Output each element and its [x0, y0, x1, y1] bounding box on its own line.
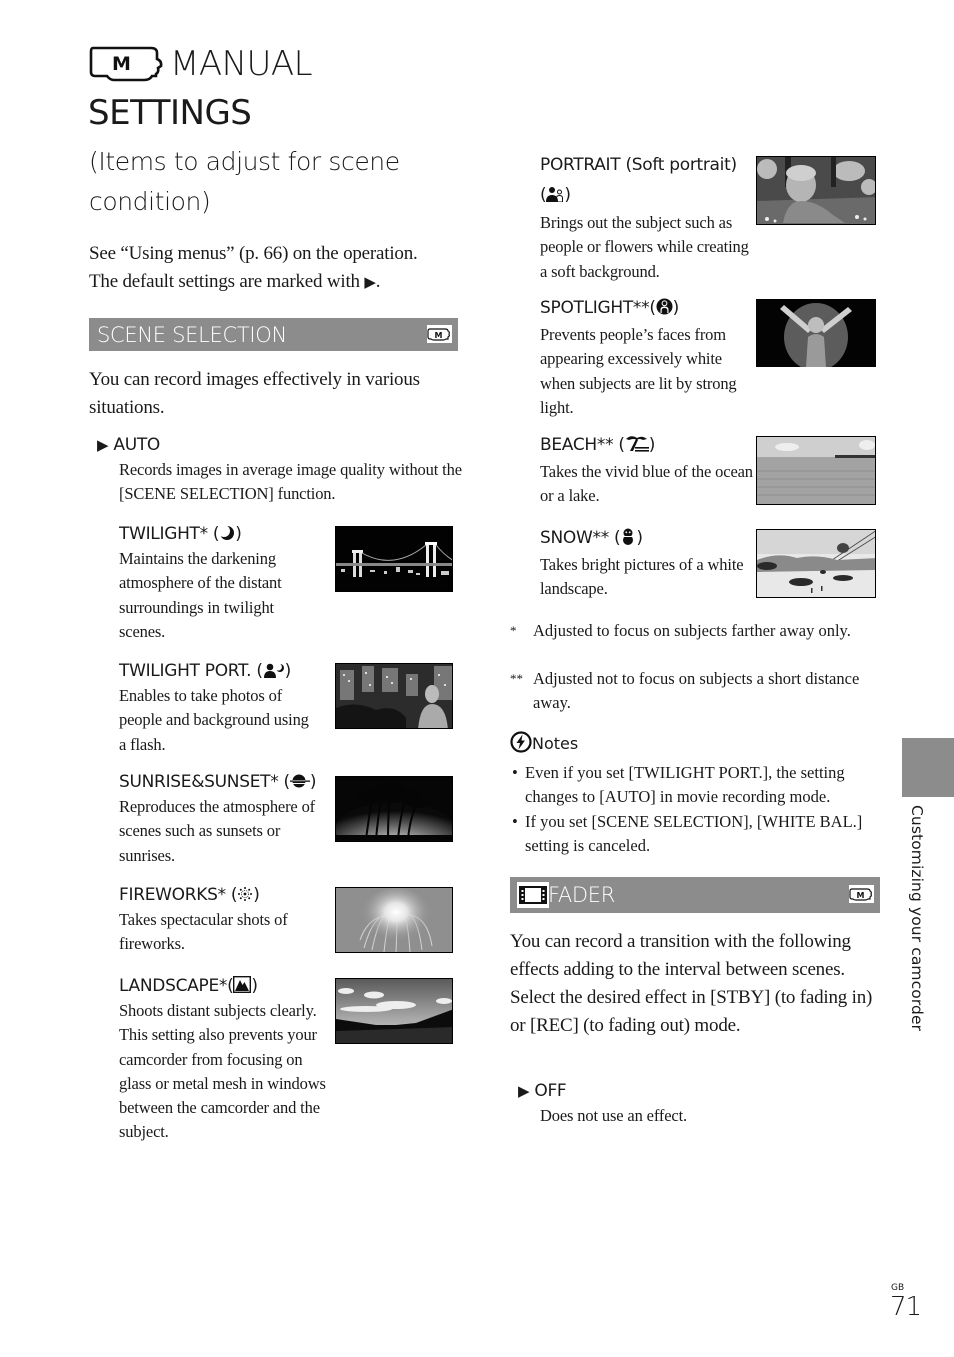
default-marker-icon: ▶ [97, 436, 109, 454]
default-marker-icon: ▶ [518, 1082, 530, 1100]
note-bullet: • Even if you set [TWILIGHT PORT.], the … [512, 763, 845, 807]
notes-caution-icon [510, 731, 532, 759]
item-description: Enables to take photos of people and bac… [119, 686, 309, 754]
camera-m-mode-icon: M [849, 885, 874, 903]
snow-ropeway-photo [756, 529, 876, 598]
item-description: Brings out the subject such as people or… [540, 213, 749, 281]
camera-m-mode-icon: M [88, 44, 164, 93]
svg-text:M: M [435, 331, 443, 340]
spotlight-child-photo [756, 299, 876, 367]
scene-item-auto[interactable]: ▶ AUTO Records images in average image q… [97, 434, 467, 507]
soft-portrait-icon [546, 186, 564, 208]
section-header-fader: FADER M [510, 877, 880, 913]
title-text-line1: MANUAL [170, 44, 313, 84]
item-title: OFF [534, 1081, 567, 1101]
twilight-portrait-icon [263, 662, 285, 684]
notes-heading: Notes [510, 731, 885, 759]
twilight-moon-icon [218, 525, 235, 547]
scene-item-twilight[interactable]: TWILIGHT* () Maintains the darkening atm… [119, 523, 319, 644]
fader-intro: You can record a transition with the fol… [510, 931, 873, 1036]
default-marker-icon: ▶ [364, 275, 376, 291]
item-description: Prevents people’s faces from appearing e… [540, 325, 737, 417]
scene-item-landscape[interactable]: LANDSCAPE*() Shoots distant subjects cle… [119, 975, 334, 1145]
palm-trees-sunset-photo [335, 776, 453, 842]
intro-paragraph: See “Using menus” (p. 66) on the operati… [89, 240, 489, 297]
intro-line-2: The default settings are marked with ▶. [89, 271, 381, 292]
item-description: Shoots distant subjects clearly. This se… [119, 1001, 326, 1142]
scene-item-snow[interactable]: SNOW** () Takes bright pictures of a whi… [540, 527, 755, 602]
title-text-line2: SETTINGS [88, 93, 252, 133]
item-description: Takes the vivid blue of the ocean or a l… [540, 462, 753, 506]
scene-item-sunrise-sunset[interactable]: SUNRISE&SUNSET* () Reproduces the atmosp… [119, 771, 334, 868]
intro-line-1: See “Using menus” (p. 66) on the operati… [89, 243, 418, 264]
scene-item-twilight-portrait[interactable]: TWILIGHT PORT. () Enables to take photos… [119, 660, 319, 757]
item-description: Does not use an effect. [540, 1106, 687, 1125]
item-title: AUTO [113, 435, 160, 455]
sunset-icon [289, 773, 310, 795]
night-bridge-photo [335, 526, 453, 592]
item-description: Reproduces the atmosphere of scenes such… [119, 797, 316, 865]
page-number: 71 [890, 1292, 922, 1322]
fireworks-icon [237, 886, 253, 908]
page-number-block: GB 71 [890, 1283, 922, 1322]
item-description: Records images in average image quality … [119, 460, 462, 504]
scene-item-portrait[interactable]: PORTRAIT (Soft portrait) () Brings out t… [540, 154, 755, 284]
beach-palm-icon [625, 435, 649, 458]
fireworks-photo [335, 887, 453, 953]
item-description: Maintains the darkening atmosphere of th… [119, 549, 282, 641]
spotlight-icon [656, 298, 673, 321]
scene-item-fireworks[interactable]: FIREWORKS* () Takes spectacular shots of… [119, 884, 324, 957]
notes-block: Notes • Even if you set [TWILIGHT PORT.]… [510, 731, 885, 858]
chapter-tab [902, 738, 954, 797]
item-description: Takes bright pictures of a white landsca… [540, 555, 744, 599]
night-city-portrait-photo [335, 663, 453, 729]
fader-item-off[interactable]: ▶ OFF Does not use an effect. [518, 1080, 878, 1128]
landscape-mountain-icon [233, 975, 252, 999]
section-title: SCENE SELECTION [97, 323, 287, 347]
section-title: FADER [548, 883, 616, 907]
camera-m-mode-icon: M [427, 325, 452, 343]
chapter-tab-label: Customizing your camcorder [908, 805, 926, 1032]
snowman-icon [620, 528, 636, 551]
child-portrait-photo [756, 156, 876, 225]
scene-selection-intro: You can record images effectively in var… [89, 369, 420, 418]
section-header-scene-selection: SCENE SELECTION M [89, 318, 458, 351]
page-subtitle: (Items to adjust for scene condition) [89, 147, 400, 216]
footnote-double-asterisk: ** Adjusted not to focus on subjects a s… [510, 669, 860, 713]
item-description: Takes spectacular shots of fireworks. [119, 910, 288, 954]
scene-item-spotlight[interactable]: SPOTLIGHT**() Prevents people’s faces fr… [540, 297, 755, 420]
svg-text:M: M [112, 53, 130, 75]
svg-text:M: M [857, 891, 865, 900]
page-title: M MANUAL SETTINGS [88, 44, 488, 133]
film-strip-icon [517, 882, 549, 908]
note-bullet: • If you set [SCENE SELECTION], [WHITE B… [512, 811, 863, 855]
footnote-single-asterisk: * Adjusted to focus on subjects farther … [510, 621, 851, 640]
beach-ocean-photo [756, 436, 876, 505]
item-title: PORTRAIT (Soft portrait) [540, 155, 737, 175]
scene-item-beach[interactable]: BEACH** () Takes the vivid blue of the o… [540, 434, 755, 509]
landscape-road-photo [335, 978, 453, 1044]
